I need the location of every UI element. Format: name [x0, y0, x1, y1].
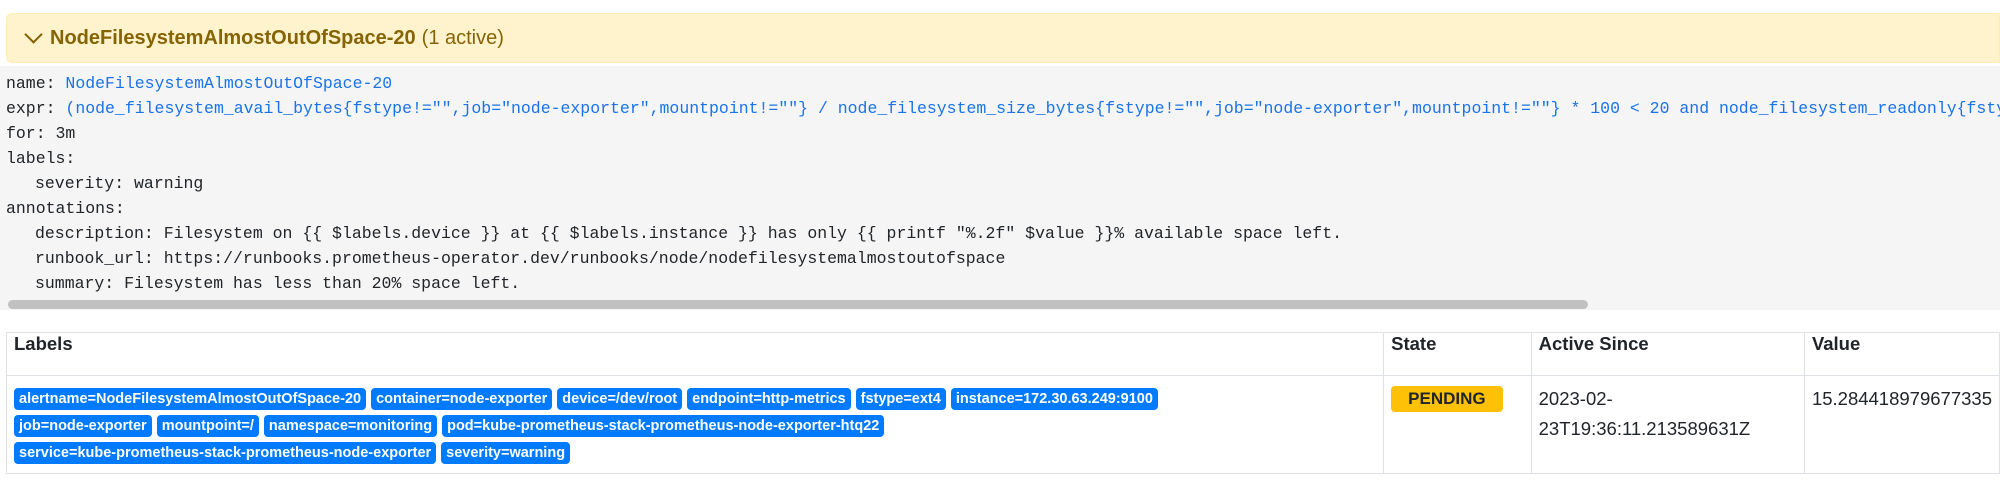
rule-name-line: name: NodeFilesystemAlmostOutOfSpace-20	[6, 71, 2000, 96]
state-badge: PENDING	[1391, 386, 1503, 412]
active-since-time: 23T19:36:11.213589631Z	[1538, 418, 1751, 439]
alert-group-name: NodeFilesystemAlmostOutOfSpace-20	[50, 26, 416, 49]
rule-expr-link[interactable]: (node_filesystem_avail_bytes{fstype!="",…	[65, 99, 2000, 118]
label-badge: namespace=monitoring	[263, 415, 438, 437]
rule-code-block: name: NodeFilesystemAlmostOutOfSpace-20 e…	[6, 71, 2000, 296]
label-badge: alertname=NodeFilesystemAlmostOutOfSpace…	[14, 388, 367, 410]
state-cell: PENDING	[1383, 375, 1532, 474]
label-badge: endpoint=http-metrics	[687, 388, 851, 410]
alert-group-header[interactable]: NodeFilesystemAlmostOutOfSpace-20 (1 act…	[6, 13, 2000, 63]
alerts-table: Labels State Active Since Value alertnam…	[5, 332, 2000, 474]
label-badge: instance=172.30.63.249:9100	[950, 388, 1158, 410]
header-active-since: Active Since	[1530, 332, 1805, 376]
label-badge: fstype=ext4	[855, 388, 946, 410]
table-header-row: Labels State Active Since Value	[5, 332, 2000, 376]
rule-expr-key: expr:	[6, 99, 56, 118]
header-state: State	[1383, 332, 1532, 376]
label-badge: mountpoint=/	[156, 415, 259, 437]
header-value: Value	[1803, 332, 2000, 376]
active-since-date: 2023-02-	[1538, 388, 1613, 409]
scrollbar-thumb[interactable]	[8, 300, 1588, 309]
label-badges: alertname=NodeFilesystemAlmostOutOfSpace…	[14, 384, 1214, 465]
alert-value: 15.284418979677335	[1811, 388, 1992, 409]
rule-definition: name: NodeFilesystemAlmostOutOfSpace-20 e…	[0, 66, 2000, 310]
rule-labels-key: labels:	[6, 149, 76, 168]
rule-for-line: for: 3m	[6, 124, 76, 143]
rule-expr-line: expr: (node_filesystem_avail_bytes{fstyp…	[6, 96, 2000, 121]
active-since-cell: 2023-02- 23T19:36:11.213589631Z	[1530, 375, 1805, 474]
rule-summary-line: summary: Filesystem has less than 20% sp…	[35, 274, 521, 293]
value-cell: 15.284418979677335	[1803, 375, 2000, 474]
header-labels: Labels	[5, 332, 1385, 376]
chevron-down-icon	[24, 25, 43, 44]
table-row: alertname=NodeFilesystemAlmostOutOfSpace…	[5, 375, 2000, 474]
rule-runbook-line: runbook_url: https://runbooks.prometheus…	[35, 249, 1006, 268]
rule-description-line: description: Filesystem on {{ $labels.de…	[35, 224, 1343, 243]
label-badge: service=kube-prometheus-stack-prometheus…	[14, 442, 437, 464]
rule-severity-line: severity: warning	[35, 174, 204, 193]
rule-annotations-key: annotations:	[6, 199, 125, 218]
rule-name-key: name:	[6, 74, 56, 93]
active-count: (1 active)	[421, 26, 504, 49]
label-badge: pod=kube-prometheus-stack-prometheus-nod…	[442, 415, 885, 437]
rule-name-link[interactable]: NodeFilesystemAlmostOutOfSpace-20	[65, 74, 392, 93]
label-badge: job=node-exporter	[14, 415, 152, 437]
labels-cell: alertname=NodeFilesystemAlmostOutOfSpace…	[5, 375, 1385, 474]
label-badge: container=node-exporter	[371, 388, 553, 410]
label-badge: severity=warning	[441, 442, 571, 464]
horizontal-scrollbar[interactable]	[6, 298, 2000, 310]
label-badge: device=/dev/root	[557, 388, 683, 410]
